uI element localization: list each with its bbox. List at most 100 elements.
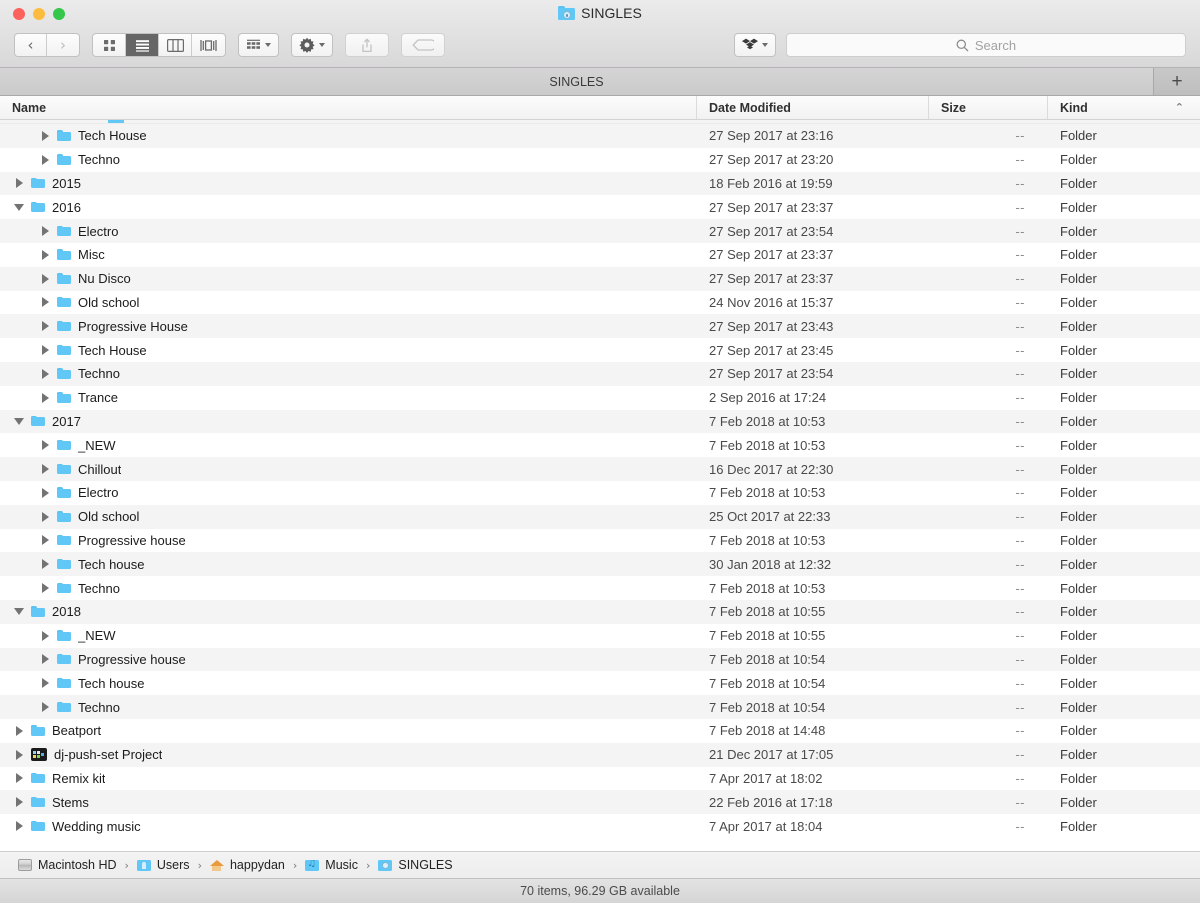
disclosure-triangle-closed-icon[interactable] <box>39 439 51 451</box>
list-view-button[interactable] <box>126 34 159 56</box>
disclosure-triangle-closed-icon[interactable] <box>39 677 51 689</box>
table-row[interactable]: Techno 27 Sep 2017 at 23:54 -- Folder <box>0 361 1200 386</box>
table-row[interactable]: Chillout 16 Dec 2017 at 22:30 -- Folder <box>0 457 1200 481</box>
dropbox-button[interactable] <box>734 33 776 57</box>
disclosure-triangle-closed-icon[interactable] <box>39 392 51 404</box>
table-row[interactable]: Electro 27 Sep 2017 at 23:54 -- Folder <box>0 219 1200 243</box>
table-row[interactable]: Tech House 27 Sep 2017 at 23:16 -- Folder <box>0 124 1200 148</box>
disclosure-triangle-closed-icon[interactable] <box>39 225 51 237</box>
disclosure-triangle-open-icon[interactable] <box>13 606 25 618</box>
table-row[interactable]: Stems 22 Feb 2016 at 17:18 -- Folder <box>0 790 1200 815</box>
cell-date-modified: 7 Feb 2018 at 10:54 <box>709 651 826 667</box>
disclosure-triangle-closed-icon[interactable] <box>39 653 51 665</box>
tab-singles[interactable]: SINGLES <box>0 68 1154 95</box>
disclosure-triangle-closed-icon[interactable] <box>39 344 51 356</box>
disclosure-triangle-closed-icon[interactable] <box>13 820 25 832</box>
breadcrumb-happydan[interactable]: happydan <box>209 858 285 872</box>
table-row[interactable]: Progressive House 27 Sep 2017 at 23:43 -- F… <box>0 314 1200 339</box>
table-row[interactable]: Trance 2 Sep 2016 at 17:24 -- Folder <box>0 385 1200 410</box>
disclosure-triangle-open-icon[interactable] <box>13 201 25 213</box>
table-row[interactable]: Remix kit 7 Apr 2017 at 18:02 -- Folder <box>0 766 1200 791</box>
back-button[interactable]: ‹ <box>15 34 47 56</box>
cell-date-modified: 7 Feb 2018 at 10:55 <box>709 628 826 644</box>
forward-button[interactable]: › <box>47 34 79 56</box>
folder-icon <box>57 439 71 451</box>
disclosure-triangle-closed-icon[interactable] <box>39 511 51 523</box>
table-row[interactable]: 2016 27 Sep 2017 at 23:37 -- Folder <box>0 195 1200 220</box>
column-header-size[interactable]: Size <box>929 96 1048 119</box>
disclosure-triangle-open-icon[interactable] <box>13 415 25 427</box>
chevron-left-icon: ‹ <box>27 35 34 54</box>
disclosure-triangle-closed-icon[interactable] <box>39 320 51 332</box>
disclosure-triangle-closed-icon[interactable] <box>39 582 51 594</box>
column-header-kind[interactable]: Kind ⌃ <box>1048 96 1200 119</box>
column-view-button[interactable] <box>159 34 192 56</box>
table-row[interactable]: Beatport 7 Feb 2018 at 14:48 -- Folder <box>0 718 1200 743</box>
disclosure-triangle-closed-icon[interactable] <box>39 534 51 546</box>
disclosure-triangle-closed-icon[interactable] <box>39 154 51 166</box>
table-row[interactable]: dj-push-set Project 21 Dec 2017 at 17:05 -… <box>0 742 1200 767</box>
disclosure-triangle-closed-icon[interactable] <box>39 296 51 308</box>
table-row[interactable]: Wedding music 7 Apr 2017 at 18:04 -- Folder <box>0 814 1200 838</box>
cell-kind: Folder <box>1060 818 1097 834</box>
minimize-button[interactable] <box>33 8 45 20</box>
table-row[interactable]: Electro 7 Feb 2018 at 10:53 -- Folder <box>0 480 1200 505</box>
table-row[interactable]: 2018 7 Feb 2018 at 10:55 -- Folder <box>0 599 1200 624</box>
cell-date-modified: 7 Feb 2018 at 10:53 <box>709 580 826 596</box>
breadcrumb-singles[interactable]: SINGLES <box>378 858 453 872</box>
disclosure-triangle-closed-icon[interactable] <box>13 177 25 189</box>
table-row[interactable]: 2015 18 Feb 2016 at 19:59 -- Folder <box>0 171 1200 196</box>
file-list[interactable]: Tech House 27 Sep 2017 at 23:16 -- Folder Te… <box>0 120 1200 851</box>
home-folder-icon <box>209 859 224 871</box>
action-menu-button[interactable] <box>291 33 333 57</box>
breadcrumb-macintosh-hd[interactable]: Macintosh HD <box>18 858 117 872</box>
column-header-date-modified[interactable]: Date Modified <box>697 96 929 119</box>
disclosure-triangle-closed-icon[interactable] <box>39 249 51 261</box>
disclosure-triangle-closed-icon[interactable] <box>13 749 25 761</box>
column-header-name[interactable]: Name <box>0 96 697 119</box>
table-row[interactable]: Tech house 7 Feb 2018 at 10:54 -- Folder <box>0 671 1200 696</box>
gallery-view-button[interactable] <box>192 34 225 56</box>
disclosure-triangle-closed-icon[interactable] <box>39 487 51 499</box>
new-tab-button[interactable]: + <box>1154 68 1200 95</box>
disclosure-triangle-closed-icon[interactable] <box>39 130 51 142</box>
table-row[interactable]: Techno 7 Feb 2018 at 10:54 -- Folder <box>0 695 1200 719</box>
disclosure-triangle-closed-icon[interactable] <box>13 725 25 737</box>
zoom-button[interactable] <box>53 8 65 20</box>
disclosure-triangle-closed-icon[interactable] <box>13 796 25 808</box>
table-row[interactable]: Old school 24 Nov 2016 at 15:37 -- Folder <box>0 290 1200 315</box>
table-row[interactable]: Tech House 27 Sep 2017 at 23:45 -- Folder <box>0 338 1200 362</box>
disclosure-triangle-closed-icon[interactable] <box>39 273 51 285</box>
table-row[interactable]: Techno 27 Sep 2017 at 23:20 -- Folder <box>0 147 1200 172</box>
breadcrumb-users[interactable]: Users <box>136 858 190 872</box>
disclosure-triangle-closed-icon[interactable] <box>39 558 51 570</box>
table-row[interactable]: _NEW 7 Feb 2018 at 10:53 -- Folder <box>0 433 1200 458</box>
table-row[interactable]: Techno 7 Feb 2018 at 10:53 -- Folder <box>0 576 1200 600</box>
table-row[interactable]: Old school 25 Oct 2017 at 22:33 -- Folder <box>0 504 1200 529</box>
table-row[interactable]: Progressive house 7 Feb 2018 at 10:53 -- Fo… <box>0 528 1200 553</box>
close-button[interactable] <box>13 8 25 20</box>
disclosure-triangle-closed-icon[interactable] <box>39 630 51 642</box>
table-row[interactable]: Progressive house 7 Feb 2018 at 10:54 -- Fo… <box>0 647 1200 672</box>
group-by-button[interactable] <box>238 33 279 57</box>
table-row[interactable]: 2017 7 Feb 2018 at 10:53 -- Folder <box>0 409 1200 434</box>
disclosure-triangle-closed-icon[interactable] <box>39 463 51 475</box>
disclosure-triangle-closed-icon[interactable] <box>13 772 25 784</box>
cell-date-modified: 27 Sep 2017 at 23:37 <box>709 247 834 263</box>
tag-button[interactable] <box>401 33 445 57</box>
table-row[interactable]: Nu Disco 27 Sep 2017 at 23:37 -- Folder <box>0 266 1200 291</box>
cell-date-modified: 27 Sep 2017 at 23:54 <box>709 223 834 239</box>
table-row[interactable]: Misc 27 Sep 2017 at 23:37 -- Folder <box>0 242 1200 267</box>
cell-name: _NEW <box>0 438 697 453</box>
share-button[interactable] <box>345 33 389 57</box>
cell-name: 2015 <box>0 176 697 191</box>
disclosure-triangle-closed-icon[interactable] <box>39 701 51 713</box>
icon-view-button[interactable] <box>93 34 126 56</box>
table-row[interactable]: _NEW 7 Feb 2018 at 10:55 -- Folder <box>0 623 1200 648</box>
search-input[interactable]: Search <box>786 33 1186 57</box>
file-name: Remix kit <box>52 770 106 786</box>
breadcrumb-music[interactable]: Music <box>305 858 358 872</box>
table-row[interactable]: Tech house 30 Jan 2018 at 12:32 -- Folder <box>0 552 1200 577</box>
cell-kind: Folder <box>1060 580 1097 596</box>
disclosure-triangle-closed-icon[interactable] <box>39 368 51 380</box>
